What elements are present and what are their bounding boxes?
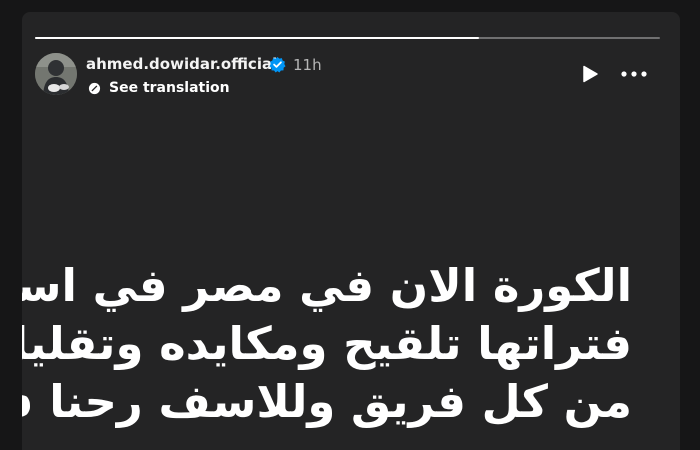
- avatar[interactable]: [35, 53, 77, 95]
- post-time: 11h: [293, 56, 322, 74]
- play-icon[interactable]: [579, 63, 601, 85]
- see-translation-label: See translation: [109, 80, 230, 96]
- story-text-line: فتراتها تلقيح ومكايده وتقليل: [22, 317, 632, 370]
- screen: ahmed.dowidar.official 11h See translati…: [0, 0, 700, 450]
- translate-icon: [88, 82, 101, 94]
- story-progress-fill: [35, 37, 479, 39]
- story-text-line: الكورة الان في مصر في اسوء: [22, 259, 632, 312]
- see-translation-button[interactable]: See translation: [88, 79, 230, 97]
- story-card: ahmed.dowidar.official 11h See translati…: [22, 12, 680, 450]
- more-options-icon[interactable]: [620, 67, 648, 81]
- verified-badge-icon: [269, 56, 286, 73]
- story-text-line: من كل فريق وللاسف رحنا في: [22, 375, 632, 428]
- avatar-image: [35, 53, 77, 95]
- story-progress-bar: [35, 37, 660, 39]
- story-text: الكورة الان في مصر في اسوء فتراتها تلقيح…: [22, 257, 632, 431]
- username[interactable]: ahmed.dowidar.official: [86, 55, 277, 73]
